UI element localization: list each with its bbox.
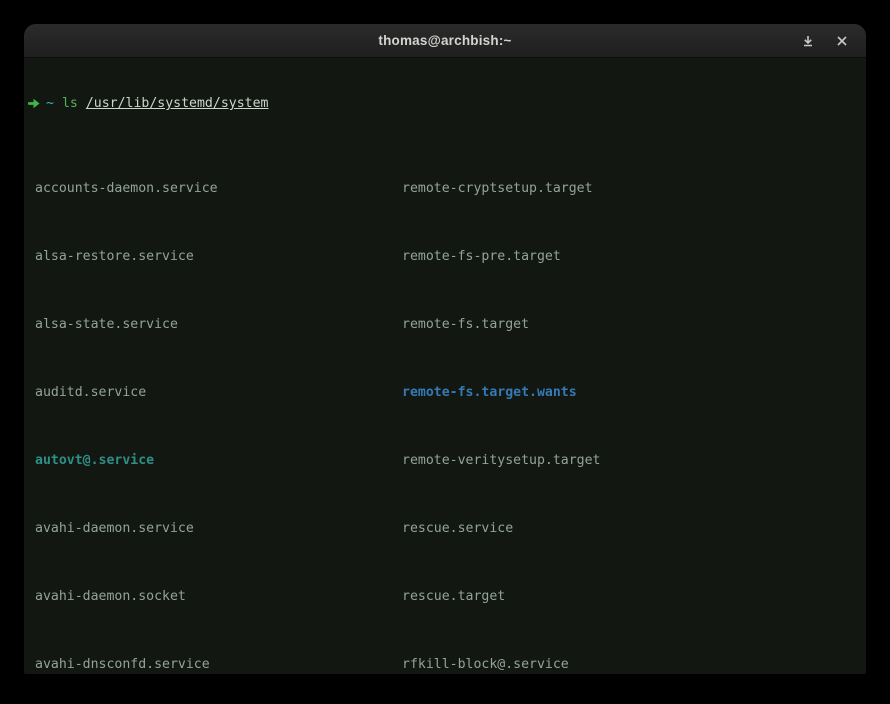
prompt-command: ls bbox=[62, 95, 78, 112]
file-entry: accounts-daemon.service bbox=[35, 180, 402, 197]
file-entry: rfkill-block@.service bbox=[402, 656, 569, 673]
window-title: thomas@archbish:~ bbox=[378, 33, 511, 48]
file-entry: alsa-restore.service bbox=[35, 248, 402, 265]
file-entry: alsa-state.service bbox=[35, 316, 402, 333]
titlebar-controls bbox=[796, 24, 854, 57]
listing-row: avahi-daemon.socketrescue.target bbox=[28, 588, 862, 605]
file-entry: auditd.service bbox=[35, 384, 402, 401]
prompt-cwd: ~ bbox=[46, 95, 54, 112]
close-icon bbox=[836, 35, 848, 47]
file-entry: rescue.target bbox=[402, 588, 505, 605]
listing-row: accounts-daemon.serviceremote-cryptsetup… bbox=[28, 180, 862, 197]
listing-row: avahi-dnsconfd.servicerfkill-block@.serv… bbox=[28, 656, 862, 673]
file-entry: remote-veritysetup.target bbox=[402, 452, 601, 469]
file-entry: avahi-daemon.socket bbox=[35, 588, 402, 605]
listing-row: alsa-restore.serviceremote-fs-pre.target bbox=[28, 248, 862, 265]
download-icon bbox=[801, 34, 815, 48]
listing-row: avahi-daemon.servicerescue.service bbox=[28, 520, 862, 537]
file-entry: remote-fs-pre.target bbox=[402, 248, 561, 265]
prompt-argument: /usr/lib/systemd/system bbox=[86, 95, 269, 112]
close-button[interactable] bbox=[830, 29, 854, 53]
listing-row: autovt@.serviceremote-veritysetup.target bbox=[28, 452, 862, 469]
prompt-arrow-icon bbox=[28, 98, 40, 109]
file-entry: remote-fs.target bbox=[402, 316, 529, 333]
file-entry: avahi-dnsconfd.service bbox=[35, 656, 402, 673]
terminal-window: thomas@archbish:~ bbox=[24, 24, 866, 674]
file-entry: autovt@.service bbox=[35, 452, 402, 469]
titlebar[interactable]: thomas@archbish:~ bbox=[24, 24, 866, 58]
listing-row: alsa-state.serviceremote-fs.target bbox=[28, 316, 862, 333]
shell-prompt: ~ ls /usr/lib/systemd/system bbox=[28, 95, 862, 112]
file-entry: remote-fs.target.wants bbox=[402, 384, 577, 401]
file-entry: rescue.service bbox=[402, 520, 513, 537]
file-entry: avahi-daemon.service bbox=[35, 520, 402, 537]
terminal-screen[interactable]: ~ ls /usr/lib/systemd/system accounts-da… bbox=[24, 58, 866, 674]
download-button[interactable] bbox=[796, 29, 820, 53]
file-entry: remote-cryptsetup.target bbox=[402, 180, 593, 197]
listing-row: auditd.serviceremote-fs.target.wants bbox=[28, 384, 862, 401]
file-listing: accounts-daemon.serviceremote-cryptsetup… bbox=[28, 146, 862, 674]
